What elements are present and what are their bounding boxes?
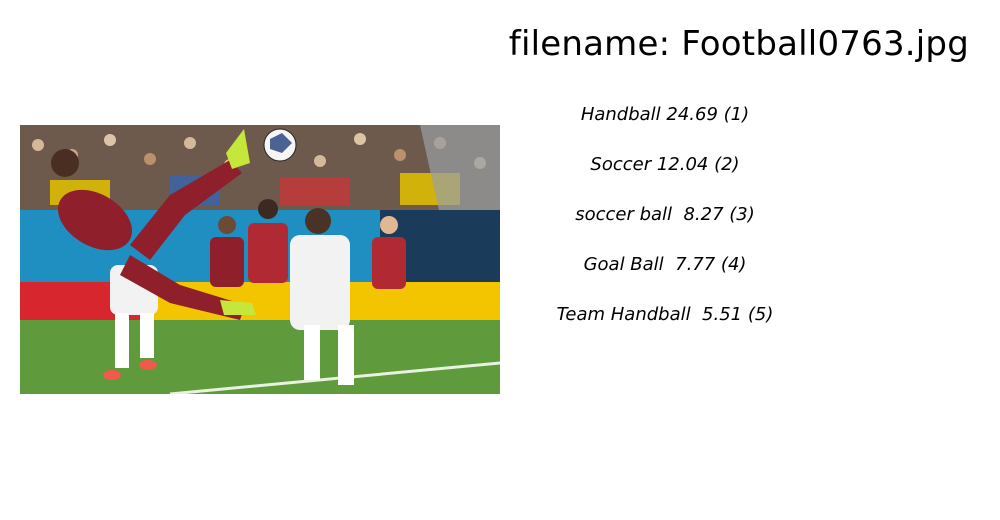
prediction-item: Goal Ball 7.77 (4) [583, 254, 747, 275]
prediction-item: Handball 24.69 (1) [580, 104, 750, 125]
prediction-item: Soccer 12.04 (2) [590, 154, 740, 175]
prediction-list: Handball 24.69 (1) Soccer 12.04 (2) socc… [520, 100, 810, 350]
prediction-item: soccer ball 8.27 (3) [575, 204, 755, 225]
football-photo [20, 125, 500, 394]
filename-title: filename: Football0763.jpg [508, 24, 969, 64]
prediction-item: Team Handball 5.51 (5) [556, 304, 774, 325]
